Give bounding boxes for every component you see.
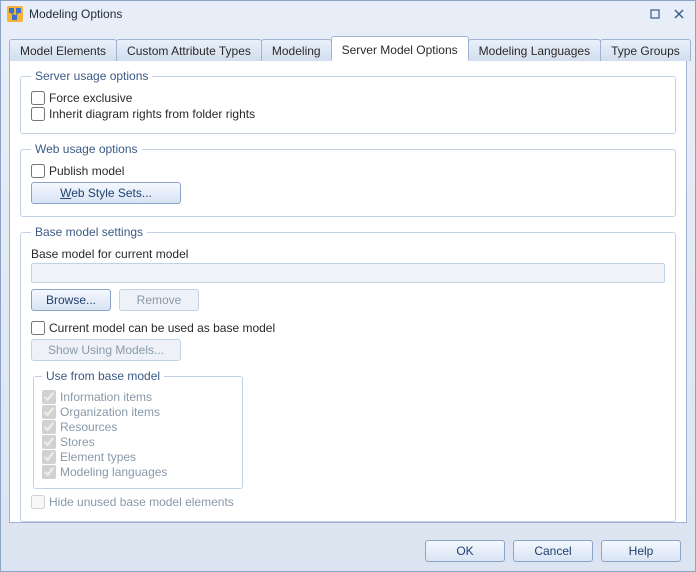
current-as-base-label: Current model can be used as base model bbox=[49, 321, 275, 335]
publish-model-label: Publish model bbox=[49, 164, 124, 178]
use-stores-checkbox bbox=[42, 435, 56, 449]
use-modeling-languages-label: Modeling languages bbox=[60, 465, 167, 479]
app-icon bbox=[7, 6, 23, 22]
current-as-base-checkbox[interactable] bbox=[31, 321, 45, 335]
browse-button[interactable]: Browse... bbox=[31, 289, 111, 311]
use-modeling-languages-checkbox bbox=[42, 465, 56, 479]
group-server-usage: Server usage options Force exclusive Inh… bbox=[20, 69, 676, 134]
use-information-items-label: Information items bbox=[60, 390, 152, 404]
web-style-sets-button[interactable]: Web Style Sets... bbox=[31, 182, 181, 204]
use-organization-items-checkbox bbox=[42, 405, 56, 419]
dialog-window: Modeling Options Model Elements Custom A… bbox=[0, 0, 696, 572]
group-use-from-base-model: Use from base model Information items Or… bbox=[33, 369, 243, 489]
inherit-rights-label: Inherit diagram rights from folder right… bbox=[49, 107, 255, 121]
base-model-for-current-label: Base model for current model bbox=[31, 247, 188, 261]
tab-panel-server-model-options: Server usage options Force exclusive Inh… bbox=[9, 61, 687, 523]
restore-button[interactable] bbox=[645, 6, 665, 22]
base-model-path-field[interactable] bbox=[31, 263, 665, 283]
use-element-types-label: Element types bbox=[60, 450, 136, 464]
hide-unused-label: Hide unused base model elements bbox=[49, 495, 234, 509]
help-button[interactable]: Help bbox=[601, 540, 681, 562]
group-web-usage: Web usage options Publish model Web Styl… bbox=[20, 142, 676, 217]
ok-button[interactable]: OK bbox=[425, 540, 505, 562]
group-use-from-base-model-legend: Use from base model bbox=[42, 369, 164, 383]
group-server-usage-legend: Server usage options bbox=[31, 69, 152, 83]
force-exclusive-checkbox[interactable] bbox=[31, 91, 45, 105]
close-button[interactable] bbox=[669, 6, 689, 22]
remove-button: Remove bbox=[119, 289, 199, 311]
titlebar: Modeling Options bbox=[1, 1, 695, 27]
group-base-model-settings: Base model settings Base model for curre… bbox=[20, 225, 676, 522]
use-information-items-checkbox bbox=[42, 390, 56, 404]
tab-modeling[interactable]: Modeling bbox=[261, 39, 332, 61]
tab-strip: Model Elements Custom Attribute Types Mo… bbox=[9, 35, 687, 61]
cancel-button[interactable]: Cancel bbox=[513, 540, 593, 562]
dialog-footer: OK Cancel Help bbox=[1, 531, 695, 571]
window-title: Modeling Options bbox=[29, 7, 641, 21]
use-organization-items-label: Organization items bbox=[60, 405, 160, 419]
tab-modeling-languages[interactable]: Modeling Languages bbox=[468, 39, 601, 61]
publish-model-checkbox[interactable] bbox=[31, 164, 45, 178]
tab-server-model-options[interactable]: Server Model Options bbox=[331, 36, 469, 61]
group-base-model-settings-legend: Base model settings bbox=[31, 225, 147, 239]
tab-model-elements[interactable]: Model Elements bbox=[9, 39, 117, 61]
tab-type-groups[interactable]: Type Groups bbox=[600, 39, 691, 61]
show-using-models-button: Show Using Models... bbox=[31, 339, 181, 361]
force-exclusive-label: Force exclusive bbox=[49, 91, 132, 105]
tab-custom-attribute-types[interactable]: Custom Attribute Types bbox=[116, 39, 262, 61]
use-stores-label: Stores bbox=[60, 435, 95, 449]
hide-unused-checkbox bbox=[31, 495, 45, 509]
use-resources-label: Resources bbox=[60, 420, 117, 434]
use-element-types-checkbox bbox=[42, 450, 56, 464]
inherit-rights-checkbox[interactable] bbox=[31, 107, 45, 121]
use-resources-checkbox bbox=[42, 420, 56, 434]
group-web-usage-legend: Web usage options bbox=[31, 142, 142, 156]
